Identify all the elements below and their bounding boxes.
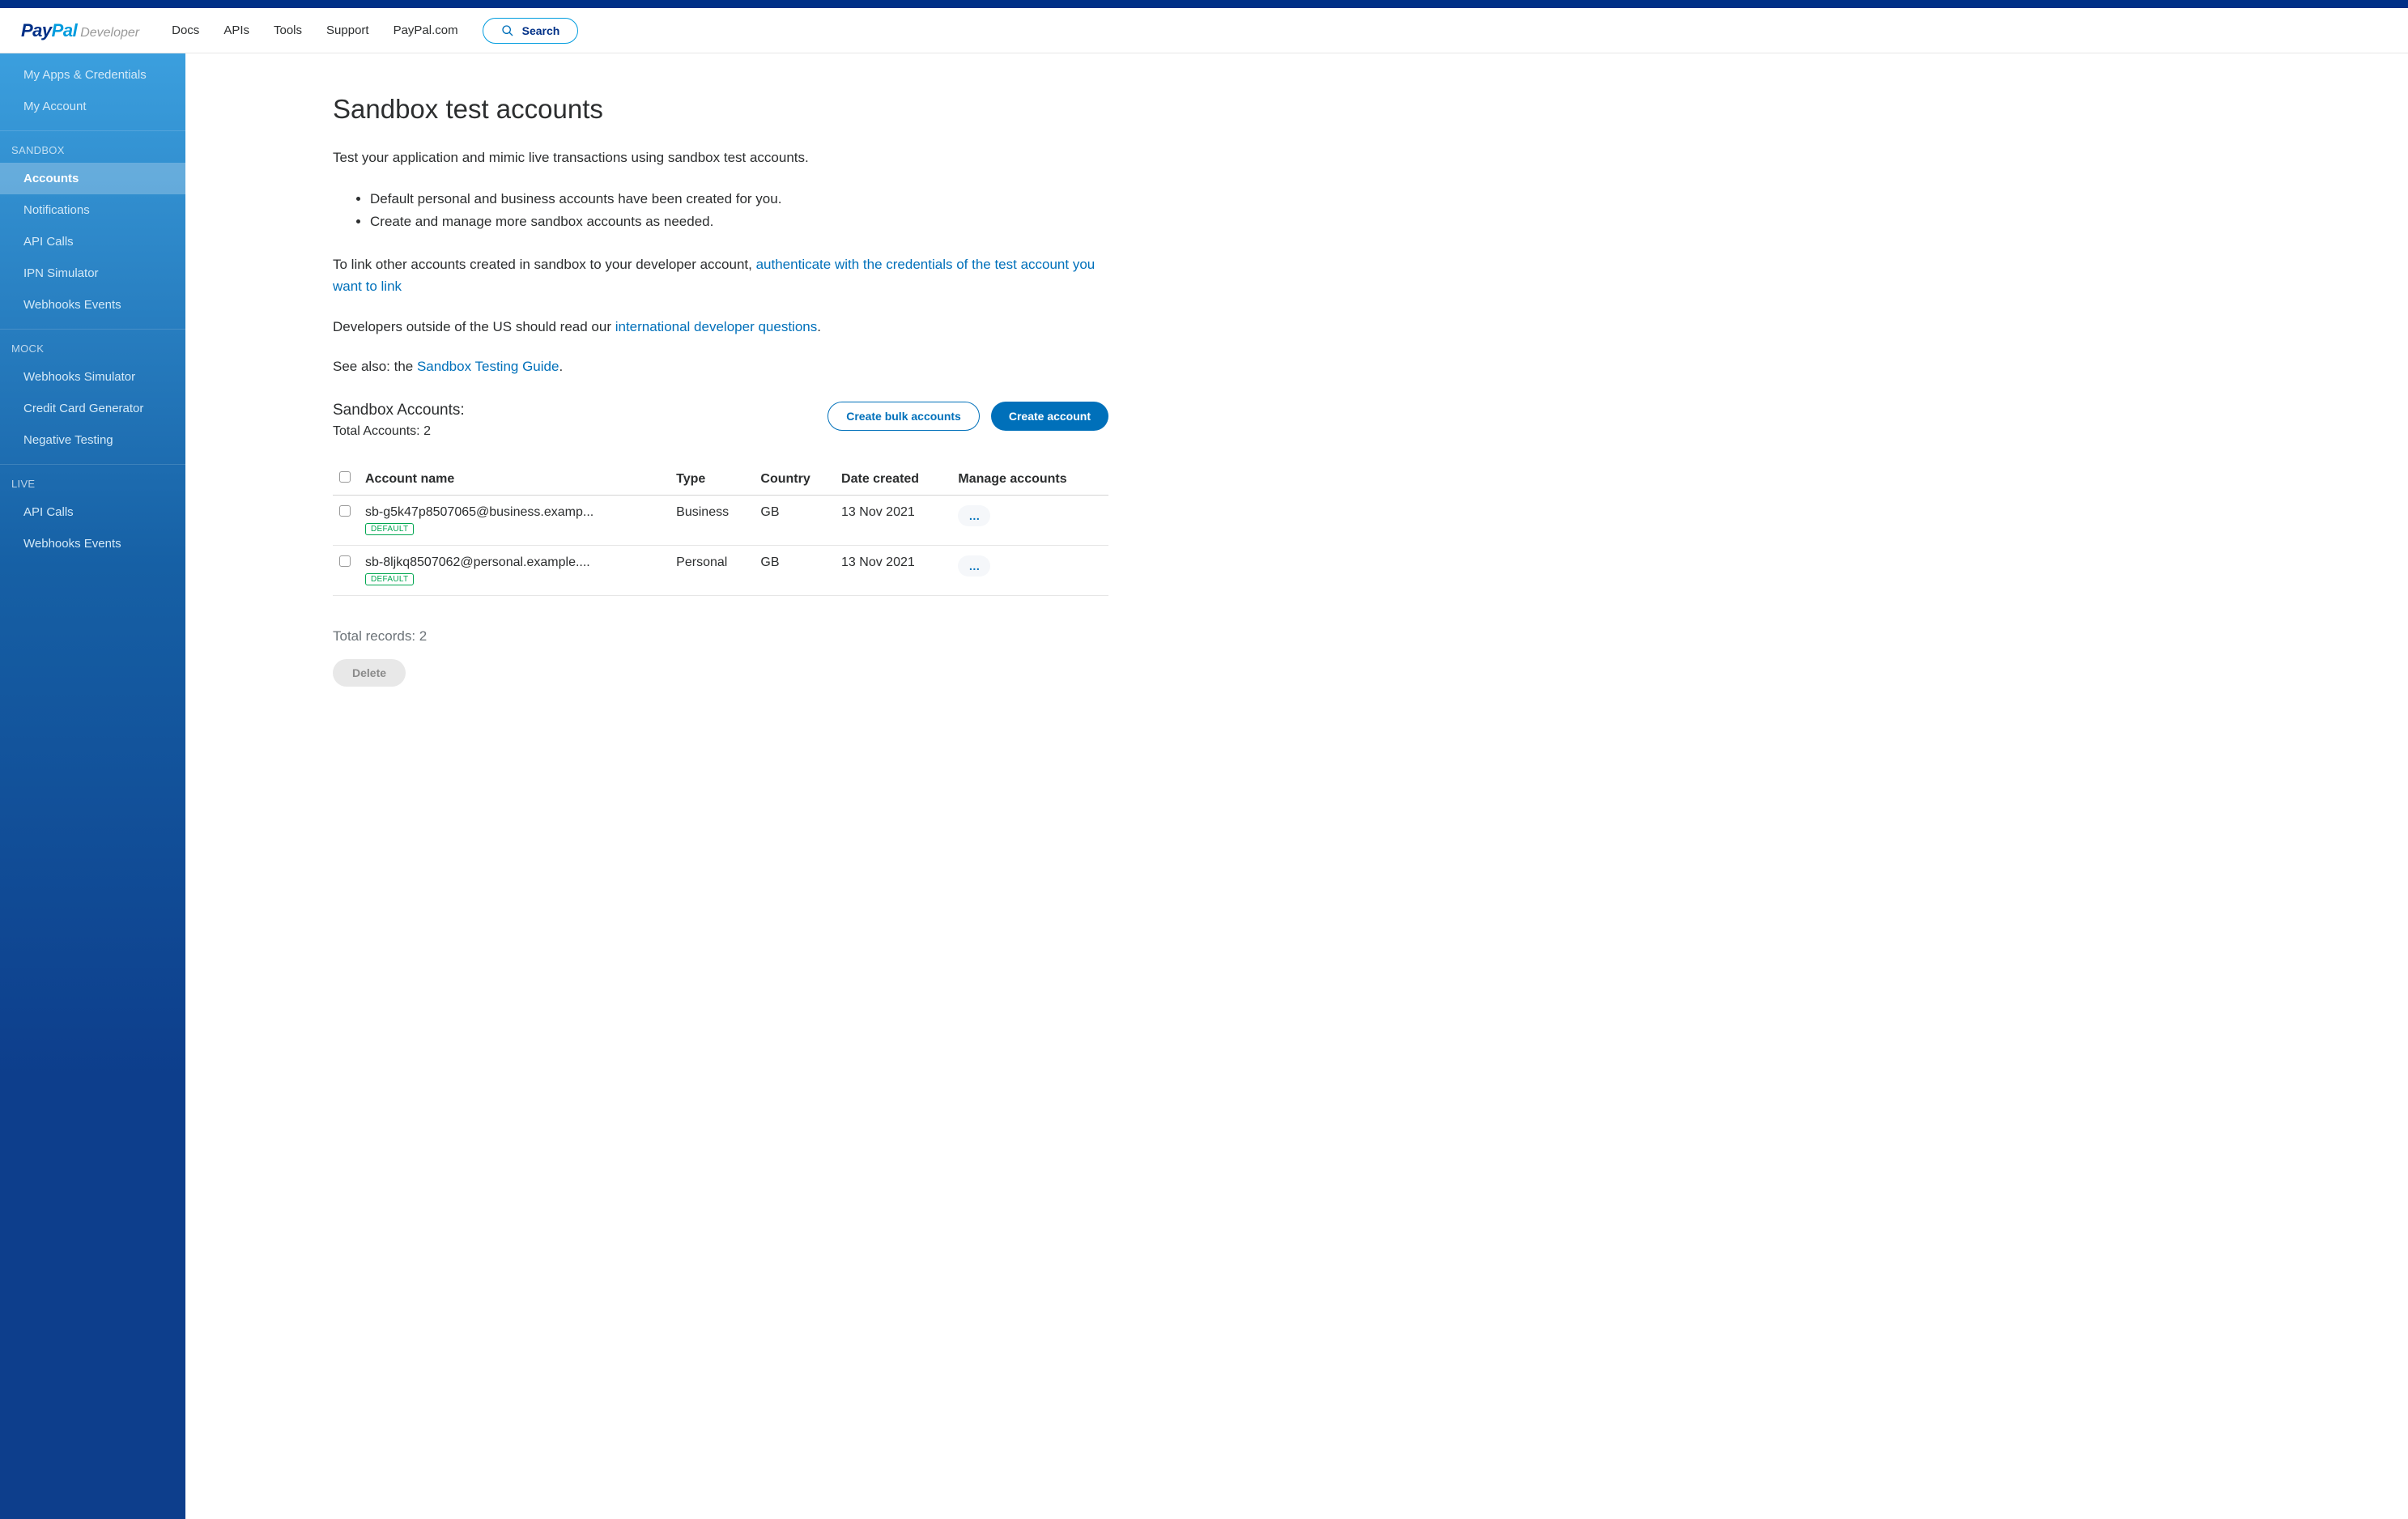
sidebar-section-sandbox: SANDBOX xyxy=(0,130,185,163)
main-content: Sandbox test accounts Test your applicat… xyxy=(185,53,1157,1519)
sidebar-my-account[interactable]: My Account xyxy=(0,91,185,122)
sidebar-notifications[interactable]: Notifications xyxy=(0,194,185,226)
sidebar-credit-card-generator[interactable]: Credit Card Generator xyxy=(0,393,185,424)
nav-tools[interactable]: Tools xyxy=(274,23,302,37)
total-records: Total records: 2 xyxy=(333,628,1108,645)
sidebar-ipn-simulator[interactable]: IPN Simulator xyxy=(0,257,185,289)
see-also-suffix: . xyxy=(559,359,563,374)
sidebar-live-webhooks-events[interactable]: Webhooks Events xyxy=(0,528,185,560)
manage-menu-button[interactable]: … xyxy=(958,555,990,577)
intl-paragraph: Developers outside of the US should read… xyxy=(333,316,1108,338)
col-type: Type xyxy=(670,463,754,496)
see-also-link[interactable]: Sandbox Testing Guide xyxy=(417,359,559,374)
intl-prefix: Developers outside of the US should read… xyxy=(333,319,615,334)
sidebar-api-calls[interactable]: API Calls xyxy=(0,226,185,257)
table-row: sb-g5k47p8507065@business.examp... DEFAU… xyxy=(333,496,1108,546)
create-bulk-button[interactable]: Create bulk accounts xyxy=(827,402,980,431)
top-accent-bar xyxy=(0,0,2408,8)
top-nav: Docs APIs Tools Support PayPal.com xyxy=(172,23,458,37)
col-manage: Manage accounts xyxy=(951,463,1108,496)
account-type: Business xyxy=(670,496,754,546)
intl-suffix: . xyxy=(817,319,821,334)
sidebar-negative-testing[interactable]: Negative Testing xyxy=(0,424,185,456)
default-badge: DEFAULT xyxy=(365,573,414,585)
account-name: sb-g5k47p8507065@business.examp... xyxy=(365,505,663,520)
page-title: Sandbox test accounts xyxy=(333,94,1108,125)
table-row: sb-8ljkq8507062@personal.example.... DEF… xyxy=(333,546,1108,596)
delete-button[interactable]: Delete xyxy=(333,659,406,687)
account-type: Personal xyxy=(670,546,754,596)
link-para-prefix: To link other accounts created in sandbo… xyxy=(333,257,756,272)
see-also-prefix: See also: the xyxy=(333,359,417,374)
default-badge: DEFAULT xyxy=(365,523,414,535)
accounts-total: Total Accounts: 2 xyxy=(333,424,465,439)
sidebar-section-mock: MOCK xyxy=(0,329,185,361)
sidebar-webhooks-simulator[interactable]: Webhooks Simulator xyxy=(0,361,185,393)
link-paragraph: To link other accounts created in sandbo… xyxy=(333,253,1108,297)
bullet-list: Default personal and business accounts h… xyxy=(370,188,1108,235)
account-country: GB xyxy=(754,496,835,546)
search-label: Search xyxy=(522,24,560,37)
nav-paypal-com[interactable]: PayPal.com xyxy=(394,23,458,37)
sidebar-my-apps[interactable]: My Apps & Credentials xyxy=(0,53,185,91)
account-name: sb-8ljkq8507062@personal.example.... xyxy=(365,555,663,570)
logo[interactable]: PayPal Developer xyxy=(21,20,139,41)
account-country: GB xyxy=(754,546,835,596)
account-date: 13 Nov 2021 xyxy=(835,546,951,596)
see-also-paragraph: See also: the Sandbox Testing Guide. xyxy=(333,355,1108,377)
row-checkbox[interactable] xyxy=(339,505,351,517)
nav-apis[interactable]: APIs xyxy=(223,23,249,37)
bullet-item: Create and manage more sandbox accounts … xyxy=(370,211,1108,234)
intl-link[interactable]: international developer questions xyxy=(615,319,818,334)
logo-developer: Developer xyxy=(80,26,139,40)
search-icon xyxy=(501,24,514,37)
account-date: 13 Nov 2021 xyxy=(835,496,951,546)
accounts-header: Sandbox Accounts: Total Accounts: 2 Crea… xyxy=(333,402,1108,439)
create-account-button[interactable]: Create account xyxy=(991,402,1108,431)
logo-pal: Pal xyxy=(52,20,78,41)
manage-menu-button[interactable]: … xyxy=(958,505,990,526)
search-button[interactable]: Search xyxy=(483,18,579,44)
accounts-table: Account name Type Country Date created M… xyxy=(333,463,1108,596)
sidebar-section-live: LIVE xyxy=(0,464,185,496)
accounts-title: Sandbox Accounts: xyxy=(333,402,465,419)
logo-pay: Pay xyxy=(21,20,52,41)
header: PayPal Developer Docs APIs Tools Support… xyxy=(0,8,2408,53)
sidebar-live-api-calls[interactable]: API Calls xyxy=(0,496,185,528)
nav-docs[interactable]: Docs xyxy=(172,23,199,37)
sidebar: My Apps & Credentials My Account SANDBOX… xyxy=(0,53,185,1519)
page-intro: Test your application and mimic live tra… xyxy=(333,147,1108,168)
select-all-checkbox[interactable] xyxy=(339,471,351,483)
col-country: Country xyxy=(754,463,835,496)
sidebar-accounts[interactable]: Accounts xyxy=(0,163,185,194)
row-checkbox[interactable] xyxy=(339,555,351,567)
nav-support[interactable]: Support xyxy=(326,23,369,37)
col-account-name: Account name xyxy=(359,463,670,496)
bullet-item: Default personal and business accounts h… xyxy=(370,188,1108,211)
col-date: Date created xyxy=(835,463,951,496)
sidebar-webhooks-events[interactable]: Webhooks Events xyxy=(0,289,185,321)
